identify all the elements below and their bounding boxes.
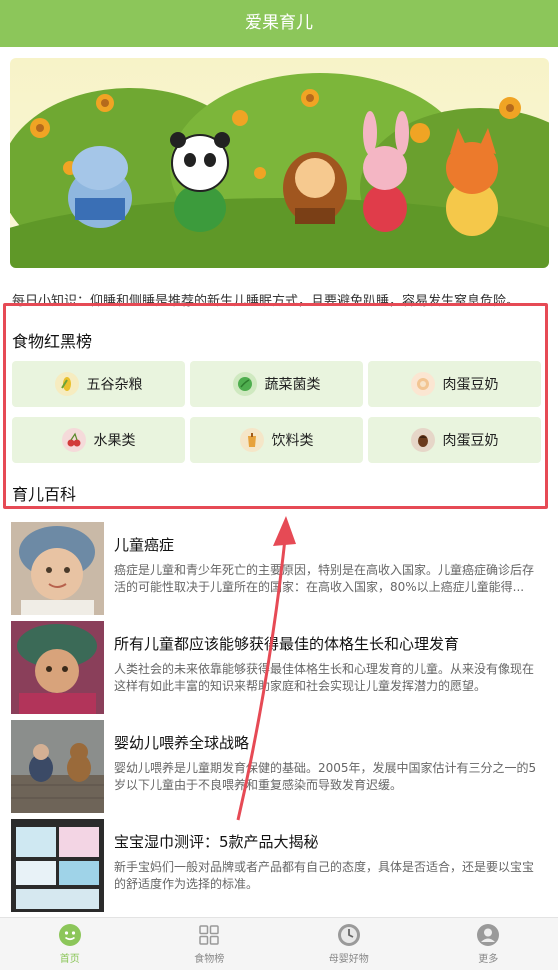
article-thumbnail <box>11 522 104 615</box>
article-description: 婴幼儿喂养是儿童期发育保健的基础。2005年，发展中国家估计有三分之一的5岁以下… <box>114 761 537 792</box>
tab-baby-goods[interactable]: 母婴好物 <box>279 918 419 970</box>
article-item[interactable]: 儿童癌症 癌症是儿童和青少年死亡的主要原因，特别是在高收入国家。儿童癌症确诊后存… <box>11 522 551 615</box>
app-title: 爱果育儿 <box>245 13 313 33</box>
article-description: 人类社会的未来依靠能够获得最佳体格生长和心理发育的儿童。从来没有像现在这样有如此… <box>114 662 535 693</box>
home-icon <box>58 923 82 947</box>
tab-more[interactable]: 更多 <box>419 918 558 970</box>
highlight-box <box>3 303 548 509</box>
tab-label: 母婴好物 <box>328 954 369 965</box>
grid-icon <box>197 923 221 947</box>
cartoon-animals-illustration <box>10 58 549 268</box>
article-description: 癌症是儿童和青少年死亡的主要原因，特别是在高收入国家。儿童癌症确诊后存活的可能性… <box>114 563 535 594</box>
article-item[interactable]: 所有儿童都应该能够获得最佳的体格生长和心理发育 人类社会的未来依靠能够获得最佳体… <box>11 621 551 714</box>
article-title: 宝宝湿巾测评：5款产品大揭秘 <box>114 833 319 851</box>
tab-label: 食物榜 <box>194 954 225 965</box>
user-icon <box>476 923 500 947</box>
tab-label: 更多 <box>478 954 499 965</box>
tab-food-rank[interactable]: 食物榜 <box>140 918 280 970</box>
banner-image[interactable] <box>10 58 549 268</box>
bottom-tab-bar: 首页 食物榜 母婴好物 更多 <box>0 917 558 970</box>
article-item[interactable]: 婴幼儿喂养全球战略 婴幼儿喂养是儿童期发育保健的基础。2005年，发展中国家估计… <box>11 720 551 813</box>
article-thumbnail <box>11 819 104 912</box>
clock-icon <box>337 923 361 947</box>
article-thumbnail <box>11 720 104 813</box>
article-title: 所有儿童都应该能够获得最佳的体格生长和心理发育 <box>114 635 460 653</box>
article-item[interactable]: 宝宝湿巾测评：5款产品大揭秘 新手宝妈们一般对品牌或者产品都有自己的态度，具体是… <box>11 819 551 912</box>
article-description: 新手宝妈们一般对品牌或者产品都有自己的态度，具体是否适合，还是要以宝宝的舒适度作… <box>114 860 535 891</box>
tab-label: 首页 <box>59 954 80 965</box>
article-title: 儿童癌症 <box>114 536 175 554</box>
article-thumbnail <box>11 621 104 714</box>
app-header: 爱果育儿 <box>0 0 558 47</box>
article-title: 婴幼儿喂养全球战略 <box>114 734 250 752</box>
tab-home[interactable]: 首页 <box>0 918 140 970</box>
